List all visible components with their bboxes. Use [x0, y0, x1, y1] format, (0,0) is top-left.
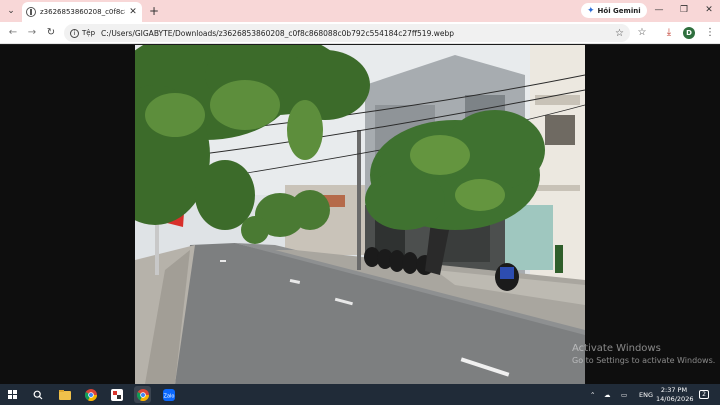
site-info-label: Tệp	[82, 29, 96, 37]
notification-bell-icon: 2	[699, 390, 709, 399]
clock-time: 2:37 PM	[660, 386, 688, 394]
info-icon: i	[70, 28, 79, 38]
clock-date: 14/06/2026	[656, 394, 694, 403]
chrome-icon	[136, 388, 149, 401]
gemini-sparkle-icon: ✦	[587, 5, 595, 16]
file-explorer-icon	[58, 389, 71, 400]
app-taskbar-button[interactable]	[108, 386, 125, 403]
address-bar[interactable]: i Tệp C:/Users/GIGABYTE/Downloads/z36268…	[64, 24, 630, 42]
search-icon	[33, 390, 42, 399]
gemini-button-label: Hỏi Gemini	[597, 6, 641, 15]
tray-network-icon[interactable]: ▭	[621, 384, 627, 405]
chrome-active-taskbar-button[interactable]	[134, 386, 151, 403]
tab-strip: ⌄ z3626853860208_c0f8c86808... ✕ + ✦ Hỏi…	[0, 0, 720, 22]
zalo-taskbar-button[interactable]: Zalo	[160, 386, 177, 403]
tab-title: z3626853860208_c0f8c86808...	[40, 8, 125, 16]
download-icon: ⤓	[666, 27, 672, 38]
language-indicator[interactable]: ENG	[639, 384, 653, 405]
close-icon[interactable]: ✕	[128, 7, 138, 17]
watermark-subtitle: Go to Settings to activate Windows.	[572, 356, 716, 365]
activate-windows-watermark: Activate Windows Go to Settings to activ…	[572, 343, 715, 365]
profile-avatar[interactable]: D	[683, 27, 695, 39]
chevron-down-icon: ⌄	[7, 6, 15, 16]
new-tab-button[interactable]: +	[147, 3, 161, 19]
windows-taskbar: Zalo ⌃ ☁ ▭ ENG 2:37 PM 14/06/2026 2	[0, 384, 720, 405]
arrow-left-icon: ←	[8, 27, 18, 38]
back-button[interactable]: ←	[5, 25, 21, 41]
minimize-button[interactable]: —	[649, 2, 669, 18]
street-photo[interactable]	[135, 45, 585, 384]
cloud-icon: ☁	[604, 390, 611, 399]
zalo-icon: Zalo	[162, 388, 175, 401]
watermark-title: Activate Windows	[572, 343, 661, 354]
tab-search-button[interactable]: ⌄	[3, 3, 19, 19]
kebab-menu-icon: ⋮	[705, 27, 715, 38]
file-explorer-button[interactable]	[56, 386, 73, 403]
reload-button[interactable]: ↻	[43, 25, 59, 41]
window-close-button[interactable]: ✕	[699, 2, 719, 18]
tray-overflow-button[interactable]: ⌃	[590, 384, 595, 405]
taskbar-search-button[interactable]	[29, 386, 46, 403]
ask-gemini-button[interactable]: ✦ Hỏi Gemini	[581, 3, 647, 18]
plus-icon: +	[148, 4, 160, 18]
chrome-menu-button[interactable]: ⋮	[702, 25, 718, 41]
chevron-up-icon: ⌃	[590, 390, 596, 399]
taskbar-clock[interactable]: 2:37 PM 14/06/2026	[656, 386, 694, 403]
bookmark-star-icon[interactable]: ☆	[615, 28, 624, 39]
star-outline-icon: ☆	[637, 27, 647, 38]
url-text[interactable]: C:/Users/GIGABYTE/Downloads/z36268538602…	[101, 29, 615, 38]
chrome-taskbar-button[interactable]	[82, 386, 99, 403]
browser-window: ⌄ z3626853860208_c0f8c86808... ✕ + ✦ Hỏi…	[0, 0, 720, 405]
site-info-chip[interactable]: i Tệp	[70, 28, 96, 38]
notification-center-button[interactable]: 2	[699, 384, 709, 405]
windows-start-icon	[8, 390, 17, 399]
minimize-icon: —	[654, 5, 664, 15]
restore-button[interactable]: ❐	[674, 2, 694, 18]
start-button[interactable]	[4, 386, 21, 403]
bookmark-sidebar-button[interactable]: ☆	[634, 25, 650, 41]
network-icon: ▭	[621, 390, 628, 399]
svg-text:Zalo: Zalo	[163, 393, 174, 399]
reload-icon: ↻	[46, 27, 56, 38]
close-icon: ✕	[705, 5, 713, 15]
tray-cloud-icon[interactable]: ☁	[604, 384, 611, 405]
arrow-right-icon: →	[27, 27, 37, 38]
image-viewer	[0, 45, 720, 384]
downloads-button[interactable]: ⤓	[661, 25, 677, 41]
chrome-icon	[84, 388, 97, 401]
browser-toolbar: ← → ↻ i Tệp C:/Users/GIGABYTE/Downloads/…	[0, 22, 720, 44]
app-icon	[110, 388, 123, 401]
restore-icon: ❐	[679, 5, 689, 15]
globe-icon	[26, 7, 36, 17]
forward-button[interactable]: →	[24, 25, 40, 41]
browser-tab[interactable]: z3626853860208_c0f8c86808... ✕	[22, 2, 142, 22]
